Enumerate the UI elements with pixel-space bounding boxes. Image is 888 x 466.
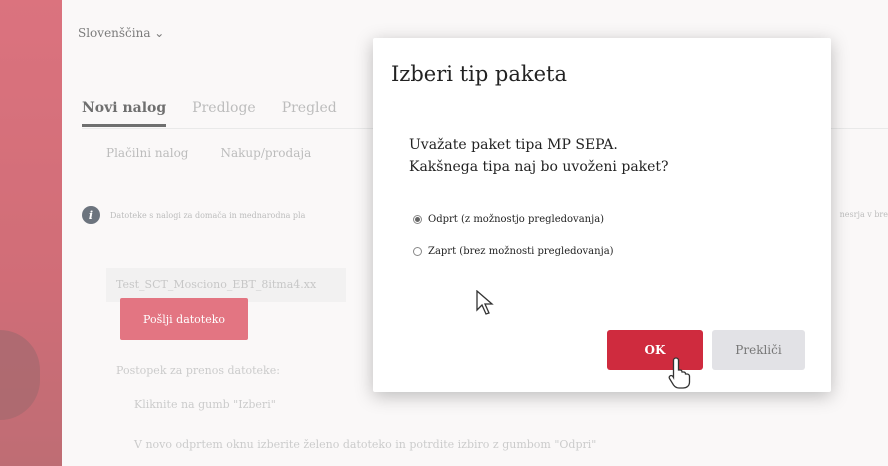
dialog-message-line-2: Kakšnega tipa naj bo uvoženi paket? <box>409 159 669 175</box>
dialog-message-line-1: Uvažate paket tipa MP SEPA. <box>409 137 618 153</box>
option-closed[interactable]: Zaprt (brez možnosti pregledovanja) <box>413 246 614 257</box>
hand-pointer-icon <box>668 357 691 389</box>
option-open-radio[interactable] <box>413 215 422 224</box>
cancel-button[interactable]: Prekliči <box>712 330 805 370</box>
option-open-label: Odprt (z možnostjo pregledovanja) <box>428 214 605 225</box>
option-closed-radio[interactable] <box>413 247 422 256</box>
option-closed-label: Zaprt (brez možnosti pregledovanja) <box>428 246 614 257</box>
arrow-cursor-icon <box>476 290 494 315</box>
package-type-dialog: Izberi tip paketa Uvažate paket tipa MP … <box>373 38 831 392</box>
option-open[interactable]: Odprt (z možnostjo pregledovanja) <box>413 214 604 225</box>
dialog-message: Uvažate paket tipa MP SEPA. Kakšnega tip… <box>409 134 669 178</box>
dialog-title: Izberi tip paketa <box>391 62 568 86</box>
